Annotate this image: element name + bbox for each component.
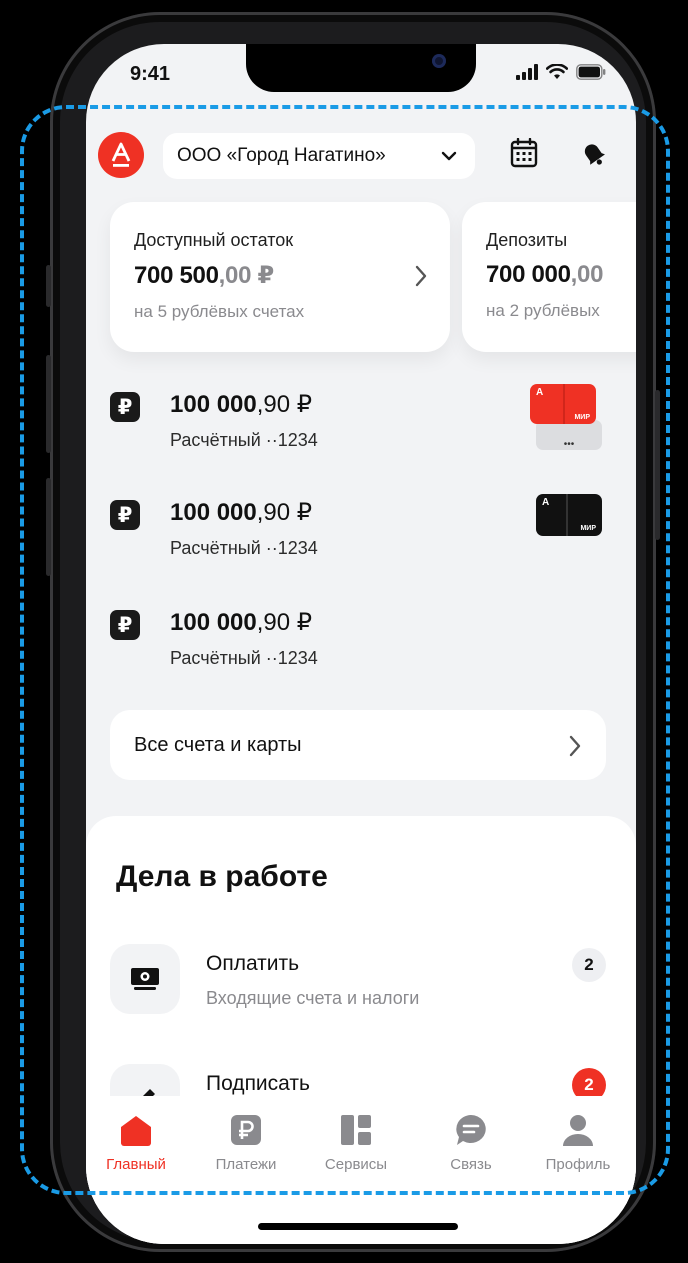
balance-card-amount: 700 500,00 ₽ [134, 261, 426, 290]
battery-icon [576, 64, 606, 80]
ruble-icon [231, 1115, 261, 1145]
amount-cents: ,00 ₽ [218, 262, 275, 289]
task-count-badge: 2 [572, 948, 606, 982]
tab-label: Главный [106, 1156, 166, 1173]
tab-services[interactable]: Сервисы [306, 1110, 406, 1173]
chat-icon [456, 1115, 486, 1145]
cash-icon [131, 968, 159, 990]
amount-cents: ,00 [570, 261, 604, 288]
account-row[interactable]: ₽ 100 000,90 ₽ Расчётный ··1234 А МИР [110, 494, 610, 576]
front-camera [432, 54, 446, 68]
balance-card-deposits[interactable]: Депозиты 700 000,00 на 2 рублёвых [462, 202, 636, 352]
task-subtitle: Входящие счета и налоги [206, 988, 420, 1008]
ruble-icon: ₽ [110, 500, 140, 530]
home-icon [121, 1116, 151, 1146]
account-subtitle: Расчётный ··1234 [170, 538, 318, 558]
alfa-logo-icon [111, 142, 131, 167]
account-amount: 100 000,90 ₽ [170, 390, 312, 419]
home-indicator[interactable] [258, 1223, 458, 1230]
account-amount: 100 000,90 ₽ [170, 608, 312, 637]
grid-icon [341, 1115, 371, 1145]
chevron-right-icon [569, 735, 581, 757]
amount-rest: ,90 ₽ [256, 609, 313, 636]
tab-home[interactable]: Главный [86, 1110, 186, 1173]
balance-card-amount: 700 000,00 [486, 261, 636, 289]
amount-main: 100 000 [170, 499, 257, 526]
wifi-icon [546, 64, 568, 79]
company-name: ООО «Город Нагатино» [177, 145, 386, 166]
tab-label: Сервисы [324, 1156, 388, 1173]
tab-chat[interactable]: Связь [421, 1110, 521, 1173]
status-icons [516, 64, 606, 80]
status-time: 9:41 [130, 63, 171, 85]
card-divider [566, 494, 568, 536]
ruble-icon: ₽ [110, 392, 140, 422]
balance-card-subtitle: на 2 рублёвых [486, 301, 600, 320]
signal-icon [516, 64, 538, 80]
screen: 9:41 ООО «Город Нагатино» Доступный оста… [86, 44, 636, 1244]
phone-power-button [655, 390, 660, 540]
balance-cards: Доступный остаток 700 500,00 ₽ на 5 рубл… [110, 202, 636, 362]
balance-card-label: Доступный остаток [134, 230, 294, 250]
card-brand-letter: А [542, 497, 550, 508]
card-thumbnail-red[interactable]: А МИР [530, 384, 596, 424]
phone-mute-switch [46, 265, 51, 307]
balance-card-label: Депозиты [486, 230, 568, 250]
amount-rest: ,90 ₽ [256, 499, 313, 526]
amount-main: 700 500 [134, 262, 219, 289]
chevron-down-icon [441, 151, 457, 161]
amount-rest: ,90 ₽ [256, 391, 313, 418]
card-more-dots: ••• [563, 439, 575, 450]
bell-icon[interactable] [578, 138, 608, 168]
amount-main: 700 000 [486, 261, 571, 288]
chevron-right-icon [415, 265, 427, 287]
tab-profile[interactable]: Профиль [528, 1110, 628, 1173]
task-title: Оплатить [206, 952, 300, 975]
tab-payments[interactable]: Платежи [196, 1110, 296, 1173]
todo-title: Дела в работе [116, 860, 328, 893]
tab-label: Профиль [545, 1156, 611, 1173]
card-divider [563, 384, 565, 424]
card-network: МИР [580, 525, 596, 532]
task-pay[interactable]: Оплатить Входящие счета и налоги 2 [110, 944, 610, 1034]
tab-label: Платежи [215, 1156, 277, 1173]
bank-logo[interactable] [98, 132, 144, 178]
account-subtitle: Расчётный ··1234 [170, 648, 318, 668]
company-selector[interactable]: ООО «Город Нагатино» [163, 133, 475, 179]
phone-volume-up [46, 355, 51, 453]
balance-card-available[interactable]: Доступный остаток 700 500,00 ₽ на 5 рубл… [110, 202, 450, 352]
phone-volume-down [46, 478, 51, 576]
account-subtitle: Расчётный ··1234 [170, 430, 318, 450]
profile-icon [563, 1115, 593, 1146]
ruble-icon: ₽ [110, 610, 140, 640]
task-icon-container [110, 944, 180, 1014]
amount-main: 100 000 [170, 609, 257, 636]
card-stack-more[interactable]: ••• [536, 420, 602, 450]
tab-bar: Главный Платежи Сервисы Связь Профиль [86, 1096, 636, 1244]
balance-card-subtitle: на 5 рублёвых счетах [134, 302, 305, 321]
tab-label: Связь [450, 1156, 492, 1173]
account-amount: 100 000,90 ₽ [170, 498, 312, 527]
card-brand-letter: А [536, 387, 544, 398]
all-accounts-label: Все счета и карты [134, 733, 302, 756]
account-row[interactable]: ₽ 100 000,90 ₽ Расчётный ··1234 ••• А МИ… [110, 384, 610, 468]
amount-main: 100 000 [170, 391, 257, 418]
card-network: МИР [574, 414, 590, 421]
header: ООО «Город Нагатино» [86, 124, 636, 184]
account-row[interactable]: ₽ 100 000,90 ₽ Расчётный ··1234 [110, 606, 610, 686]
calendar-icon[interactable] [510, 138, 538, 168]
all-accounts-button[interactable]: Все счета и карты [110, 710, 606, 780]
notch [246, 44, 476, 92]
card-thumbnail-black[interactable]: А МИР [536, 494, 602, 536]
task-title: Подписать [206, 1072, 310, 1095]
